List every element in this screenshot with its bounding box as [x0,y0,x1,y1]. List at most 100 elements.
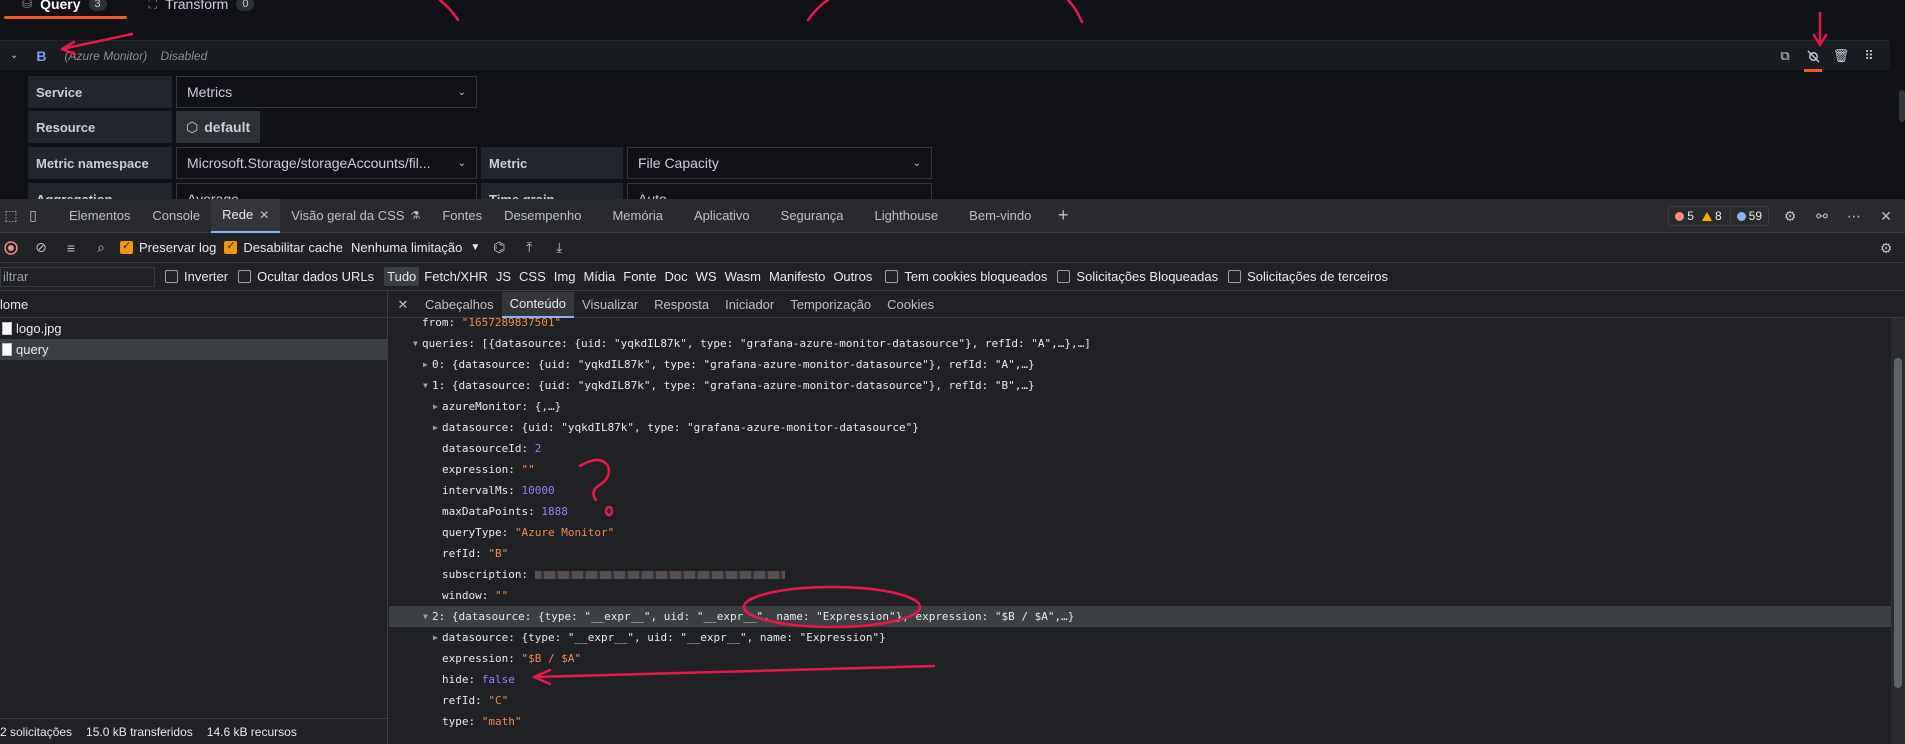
blocked-requests-box[interactable] [1057,270,1071,283]
tree-node[interactable]: ▶ datasource: {type: "__expr__", uid: "__… [389,627,1905,648]
tab-console[interactable]: Console [141,199,211,233]
tab-fontes[interactable]: Fontes [431,199,493,233]
preserve-log-box[interactable] [120,239,133,254]
scroll-thumb[interactable] [1894,358,1902,688]
triangle-right-icon[interactable]: ▶ [423,360,432,369]
drag-handle-icon[interactable]: ⠿ [1860,47,1878,65]
disable-cache-box[interactable] [224,239,238,254]
close-icon[interactable]: ✕ [389,297,417,313]
timegrain-select[interactable]: Auto [627,183,932,200]
tab-query[interactable]: ⛁ Query 3 [0,0,127,19]
grafana-scrollbar[interactable] [1899,90,1905,122]
close-icon[interactable]: ✕ [259,208,269,222]
triangle-down-icon[interactable]: ▼ [423,612,432,621]
filter-icon[interactable]: ≡ [60,237,82,259]
chevron-down-icon[interactable]: ⌄ [10,50,18,61]
resource-button[interactable]: ⬡ default [176,111,261,143]
triangle-right-icon[interactable]: ▶ [433,633,442,642]
tab-lighthouse[interactable]: Lighthouse [855,199,950,233]
blocked-requests-checkbox[interactable]: Solicitações Bloqueadas [1057,269,1218,284]
request-item-name: query [16,342,49,357]
gear-icon[interactable]: ⚙ [1779,205,1801,227]
chevron-down-icon: ⌄ [457,157,466,169]
more-icon[interactable]: ⋯ [1843,205,1865,227]
namespace-select[interactable]: Microsoft.Storage/storageAccounts/fil...… [176,147,477,179]
triangle-down-icon[interactable]: ▼ [423,381,432,390]
network-settings-icon[interactable]: ⚙ [1875,237,1897,259]
tab-memoria[interactable]: Memória [592,199,674,233]
tab-rede[interactable]: Rede ✕ [211,198,281,233]
triangle-down-icon[interactable]: ▼ [413,339,422,348]
tree-node[interactable]: ▶ 0: {datasource: {uid: "yqkdIL87k", type… [389,354,1905,375]
request-list-header[interactable]: lome [0,292,387,318]
filter-type-ws[interactable]: WS [693,267,720,286]
triangle-right-icon[interactable]: ▶ [433,402,442,411]
blocked-cookies-checkbox[interactable]: Tem cookies bloqueados [885,269,1047,284]
aggregation-select[interactable]: Average [176,183,477,200]
tab-transform[interactable]: ⛶ Transform 0 [127,0,275,14]
issue-counters[interactable]: 5 8 59 [1668,206,1769,226]
plus-icon[interactable]: + [1052,205,1074,227]
tab-bem-vindo-label: Bem-vindo [969,208,1032,223]
filter-type-doc[interactable]: Doc [662,267,691,286]
tab-css-overview[interactable]: Visão geral da CSS ⚗ [280,199,431,233]
tree-node[interactable]: ▶ datasource: {uid: "yqkdIL87k", type: "g… [389,417,1905,438]
search-icon[interactable]: ⌕ [90,237,112,259]
filter-type-manifest[interactable]: Manifesto [766,267,828,286]
third-party-checkbox[interactable]: Solicitações de terceiros [1228,269,1388,284]
network-conditions-icon[interactable]: ⌬ [488,237,510,259]
duplicate-icon[interactable]: ⧉ [1776,47,1794,65]
tab-seguranca[interactable]: Segurança [761,199,855,233]
invert-checkbox[interactable]: Inverter [165,269,228,284]
request-item[interactable]: query [0,339,387,360]
filter-type-css[interactable]: CSS [516,267,549,286]
tab-elementos[interactable]: Elementos [58,199,141,233]
request-list: lome logo.jpg query 2 solicitações 15.0 … [0,292,388,744]
tree-node[interactable]: ▼ queries: [{datasource: {uid: "yqkdIL87k… [389,333,1905,354]
filter-input[interactable]: iltrar [0,266,155,287]
tab-aplicativo[interactable]: Aplicativo [674,199,761,233]
query-row-header[interactable]: ⌄ B (Azure Monitor) Disabled ⧉ 🗑 ⠿ [0,40,1890,72]
query-id[interactable]: B [36,48,46,64]
throttle-select[interactable]: Nenhuma limitação ▼ [351,240,480,255]
filter-type-font[interactable]: Fonte [620,267,659,286]
inspect-icon[interactable]: ⬚ [0,205,22,227]
customize-icon[interactable]: ⚯ [1811,205,1833,227]
device-toolbar-icon[interactable]: ▯ [22,205,44,227]
tree-node[interactable]: ▼ 1: {datasource: {uid: "yqkdIL87k", type… [389,375,1905,396]
details-scrollbar[interactable] [1891,318,1905,744]
resource-value: default [204,119,251,135]
tab-bem-vindo[interactable]: Bem-vindo [949,199,1042,233]
tab-transform-count: 0 [236,0,255,11]
hide-data-urls-box[interactable] [238,270,252,283]
export-icon[interactable]: ⤓ [548,237,570,259]
service-select[interactable]: Metrics ⌄ [176,76,477,108]
preserve-log-checkbox[interactable]: Preservar log [120,239,216,255]
file-icon [2,322,12,335]
import-icon[interactable]: ⤒ [518,237,540,259]
tree-node[interactable]: ▼ 2: {datasource: {type: "__expr__", uid:… [389,606,1905,627]
filter-type-other[interactable]: Outros [830,267,875,286]
request-item[interactable]: logo.jpg [0,318,387,339]
close-icon[interactable]: ✕ [1875,205,1897,227]
eye-off-icon[interactable] [1804,47,1822,72]
triangle-right-icon[interactable]: ▶ [433,423,442,432]
hide-data-urls-checkbox[interactable]: Ocultar dados URLs [238,269,374,284]
filter-type-media[interactable]: Mídia [580,267,618,286]
filter-type-img[interactable]: Img [551,267,579,286]
third-party-box[interactable] [1228,270,1242,283]
tree-node[interactable]: ▶ azureMonitor: {,…} [389,396,1905,417]
clear-icon[interactable]: ⊘ [30,237,52,259]
value: "C" [488,694,509,707]
invert-box[interactable] [165,270,178,283]
filter-type-fetch-xhr[interactable]: Fetch/XHR [421,267,491,286]
trash-icon[interactable]: 🗑 [1832,47,1850,65]
filter-type-js[interactable]: JS [493,267,514,286]
metric-select[interactable]: File Capacity ⌄ [627,147,932,179]
filter-type-wasm[interactable]: Wasm [722,267,764,286]
tab-desempenho[interactable]: Desempenho [493,199,592,233]
filter-type-all[interactable]: Tudo [384,267,420,286]
disable-cache-checkbox[interactable]: Desabilitar cache [224,239,343,255]
record-icon[interactable] [0,237,22,259]
blocked-cookies-box[interactable] [885,270,899,283]
